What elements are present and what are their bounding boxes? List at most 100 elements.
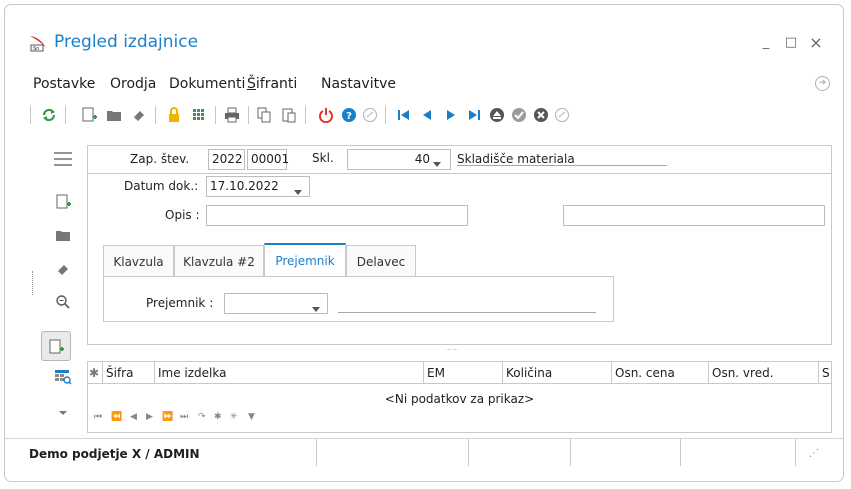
grid-last-icon[interactable]: ⏭	[180, 412, 188, 422]
status-separator	[570, 438, 571, 466]
opis-label: Opis :	[165, 208, 200, 222]
tab-klavzula-2[interactable]: Klavzula #2	[174, 245, 264, 277]
hamburger-menu-icon[interactable]	[53, 149, 73, 169]
menu-orodja[interactable]: Orodja	[110, 76, 156, 92]
side-folder-icon[interactable]	[53, 225, 73, 245]
zap-label: Zap. štev.	[130, 152, 190, 166]
grid-view-icon[interactable]	[190, 106, 208, 124]
tab-prejemnik[interactable]: Prejemnik	[264, 243, 346, 276]
menu-sifranti[interactable]: Šifranti	[247, 76, 297, 92]
menu-dokumenti[interactable]: Dokumenti	[169, 76, 245, 92]
items-grid: ✱ Šifra Ime izdelka EM Količina Osn. cen…	[87, 361, 832, 433]
menu-postavke[interactable]: Postavke	[33, 76, 95, 92]
side-eraser-icon[interactable]	[53, 259, 73, 279]
zap-number-field[interactable]: 00001	[247, 149, 289, 170]
folder-icon[interactable]	[105, 106, 123, 124]
toolbar-separator	[215, 106, 216, 124]
prejemnik-name-field	[338, 299, 596, 313]
toolbar-separator	[65, 106, 66, 124]
grid-header-s[interactable]: S	[819, 362, 831, 384]
toolbar-grip	[30, 106, 31, 124]
toolbar-separator	[305, 106, 306, 124]
power-icon[interactable]	[317, 106, 335, 124]
grid-next-page-icon[interactable]: ⏩	[162, 412, 173, 422]
grid-next-icon[interactable]: ▶	[146, 412, 153, 422]
prejemnik-dropdown-icon[interactable]	[312, 301, 320, 315]
tab-delavec[interactable]: Delavec	[346, 245, 416, 277]
confirm-icon[interactable]	[510, 106, 528, 124]
side-new-icon[interactable]	[53, 192, 73, 212]
navigate-icon[interactable]	[361, 106, 379, 124]
cancel-icon[interactable]	[532, 106, 550, 124]
status-separator	[468, 438, 469, 466]
grid-new-row-icon[interactable]: ✱	[88, 362, 103, 384]
refresh-icon[interactable]	[40, 106, 58, 124]
chevron-down-icon[interactable]	[53, 403, 73, 423]
skl-label: Skl.	[312, 151, 334, 165]
resize-grip-icon[interactable]: ⋰	[809, 448, 819, 459]
first-record-icon[interactable]	[395, 106, 413, 124]
grid-header-ime[interactable]: Ime izdelka	[155, 362, 424, 384]
status-divider	[5, 438, 843, 439]
menu-nastavitve[interactable]: Nastavitve	[321, 76, 396, 92]
eject-icon[interactable]	[488, 106, 506, 124]
zap-year-field[interactable]: 2022	[208, 149, 245, 170]
datum-dropdown-icon[interactable]	[294, 184, 302, 198]
new-document-icon[interactable]	[80, 106, 98, 124]
print-icon[interactable]	[223, 106, 241, 124]
opis-input[interactable]	[206, 205, 468, 226]
add-item-icon[interactable]	[46, 337, 66, 357]
app-logo-icon: Sn	[28, 33, 48, 53]
minimize-button[interactable]: _	[757, 34, 775, 52]
toolbar-separator	[248, 106, 249, 124]
table-search-icon[interactable]	[53, 367, 73, 387]
svg-text:?: ?	[346, 111, 352, 122]
eraser-icon[interactable]	[130, 106, 148, 124]
datum-value: 17.10.2022	[210, 179, 279, 193]
splitter-handle[interactable]: ……	[445, 344, 459, 352]
grid-prev-page-icon[interactable]: ⏪	[111, 412, 122, 422]
datum-label: Datum dok.:	[124, 179, 199, 193]
header-panel: Zap. štev. 2022 00001 Skl. 40 Skladišče …	[87, 145, 832, 174]
status-bar: Demo podjetje X / ADMIN ⋰	[5, 438, 843, 481]
next-record-icon[interactable]	[442, 106, 460, 124]
close-button[interactable]: ×	[807, 34, 825, 52]
grid-header-sifra[interactable]: Šifra	[103, 362, 155, 384]
status-separator	[316, 438, 317, 466]
grid-insert-icon[interactable]: ✱	[214, 412, 222, 422]
grid-insert-child-icon[interactable]: ✳	[230, 412, 238, 422]
last-record-icon[interactable]	[465, 106, 483, 124]
grid-header-kolicina[interactable]: Količina	[503, 362, 612, 384]
maximize-button[interactable]: □	[782, 34, 800, 52]
toolbar-separator	[155, 106, 156, 124]
grid-first-icon[interactable]: ⏮	[94, 412, 102, 422]
tab-klavzula[interactable]: Klavzula	[103, 245, 174, 277]
skl-value: 40	[414, 152, 430, 166]
prev-record-icon[interactable]	[418, 106, 436, 124]
grid-prev-icon[interactable]: ◀	[130, 412, 137, 422]
paste-icon[interactable]	[280, 106, 298, 124]
lock-icon[interactable]	[165, 106, 183, 124]
grid-header-osn-vred[interactable]: Osn. vred.	[709, 362, 819, 384]
prejemnik-tab-page: Prejemnik :	[103, 276, 614, 322]
window-title: Pregled izdajnice	[54, 32, 199, 52]
help-icon[interactable]: ?	[340, 106, 358, 124]
grid-header-em[interactable]: EM	[424, 362, 503, 384]
copy-icon[interactable]	[255, 106, 273, 124]
menu-navigate-icon[interactable]: ➜	[815, 76, 830, 91]
prejemnik-label: Prejemnik :	[146, 296, 214, 310]
toolbar-separator	[385, 106, 386, 124]
status-separator	[680, 438, 681, 466]
grid-header-osn-cena[interactable]: Osn. cena	[612, 362, 709, 384]
skl-dropdown-icon[interactable]	[433, 156, 441, 170]
grid-refresh-icon[interactable]: ↷	[198, 412, 206, 422]
svg-text:Sn: Sn	[33, 46, 39, 52]
grid-filter-icon[interactable]: ▼	[248, 412, 255, 422]
opis2-input[interactable]	[563, 205, 825, 226]
window: Sn Pregled izdajnice _ □ × Postavke Orod…	[4, 4, 844, 482]
goto-icon[interactable]	[553, 106, 571, 124]
status-company: Demo podjetje X / ADMIN	[29, 447, 200, 461]
zoom-icon[interactable]	[53, 292, 73, 312]
grid-empty-text: <Ni podatkov za prikaz>	[384, 392, 535, 406]
